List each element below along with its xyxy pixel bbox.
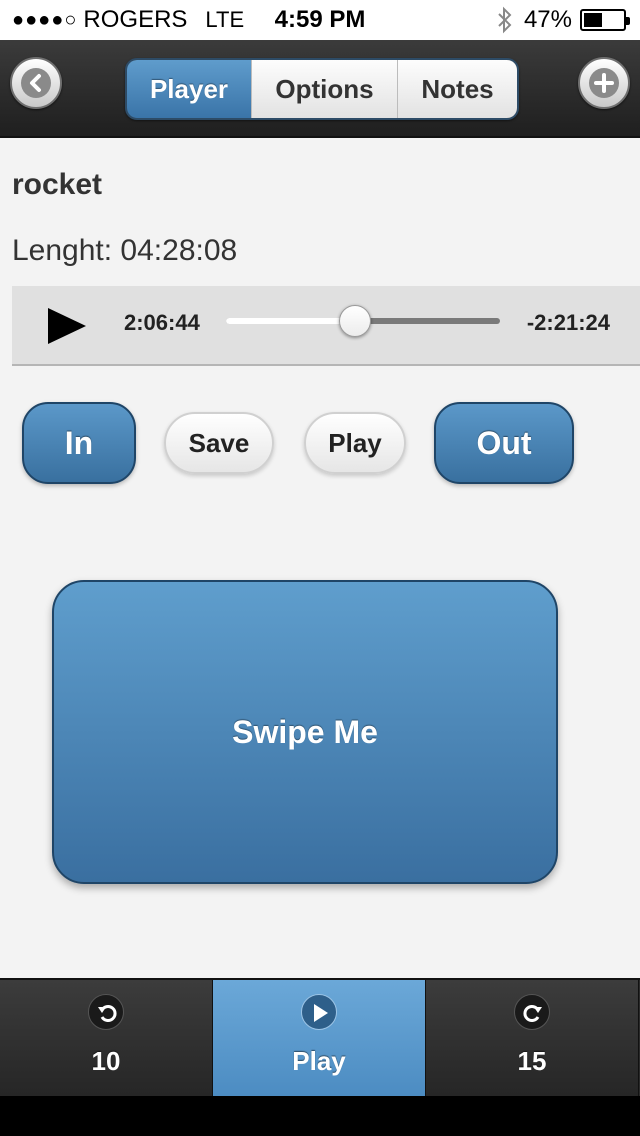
tab-notes[interactable]: Notes (397, 60, 517, 118)
rewind-10-button[interactable]: 10 (0, 980, 213, 1096)
tab-player[interactable]: Player (127, 60, 251, 118)
play-circle-icon (301, 994, 337, 1030)
play-tab-label: Play (292, 1046, 346, 1076)
bottom-edge (0, 1096, 640, 1136)
rewind-icon (88, 994, 124, 1030)
status-bar: ●●●●○ ROGERS LTE 4:59 PM 47% (0, 0, 640, 40)
slider-thumb[interactable] (339, 305, 372, 337)
battery-fill (584, 13, 602, 27)
track-title: rocket (12, 168, 103, 201)
battery-nub (626, 17, 630, 25)
bluetooth-icon (498, 6, 512, 34)
play-icon[interactable] (48, 308, 86, 344)
back-button[interactable] (10, 57, 62, 109)
audio-player: 2:06:44 -2:21:24 (12, 286, 640, 366)
rewind-label: 10 (91, 1046, 121, 1076)
save-button[interactable]: Save (164, 412, 274, 474)
nav-header: Player Options Notes (0, 40, 640, 138)
progress-slider[interactable] (226, 305, 500, 337)
main-content: rocket Lenght: 04:28:08 2:06:44 -2:21:24… (0, 138, 640, 980)
progress-fill (226, 318, 356, 324)
tab-options[interactable]: Options (251, 60, 397, 118)
battery-percent: 47% (523, 6, 572, 33)
forward-label: 15 (517, 1046, 547, 1076)
bottom-toolbar: 10 Play 15 (0, 978, 640, 1096)
track-length: Lenght: 04:28:08 (12, 234, 238, 267)
plus-icon (594, 73, 614, 93)
in-button[interactable]: In (22, 402, 136, 484)
play-tab-button[interactable]: Play (213, 980, 426, 1096)
segmented-control: Player Options Notes (125, 58, 519, 120)
swipe-area[interactable]: Swipe Me (52, 580, 558, 884)
elapsed-time: 2:06:44 (124, 310, 200, 335)
add-button[interactable] (578, 57, 630, 109)
forward-15-button[interactable]: 15 (426, 980, 639, 1096)
status-right: 47% (496, 6, 630, 34)
chevron-left-icon (30, 74, 41, 92)
out-button[interactable]: Out (434, 402, 574, 484)
remaining-time: -2:21:24 (526, 310, 610, 335)
forward-icon (514, 994, 550, 1030)
play-button[interactable]: Play (304, 412, 406, 474)
battery-icon (580, 9, 630, 31)
